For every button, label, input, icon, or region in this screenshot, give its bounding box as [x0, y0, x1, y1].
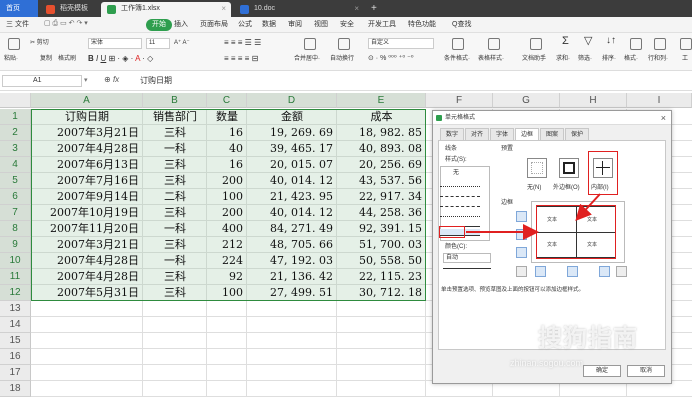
watermark-brand: 搜狗指南: [538, 325, 638, 352]
arrow-inside-to-preview: [575, 193, 601, 221]
watermark-url: zhinan.sogou.com: [510, 358, 584, 368]
